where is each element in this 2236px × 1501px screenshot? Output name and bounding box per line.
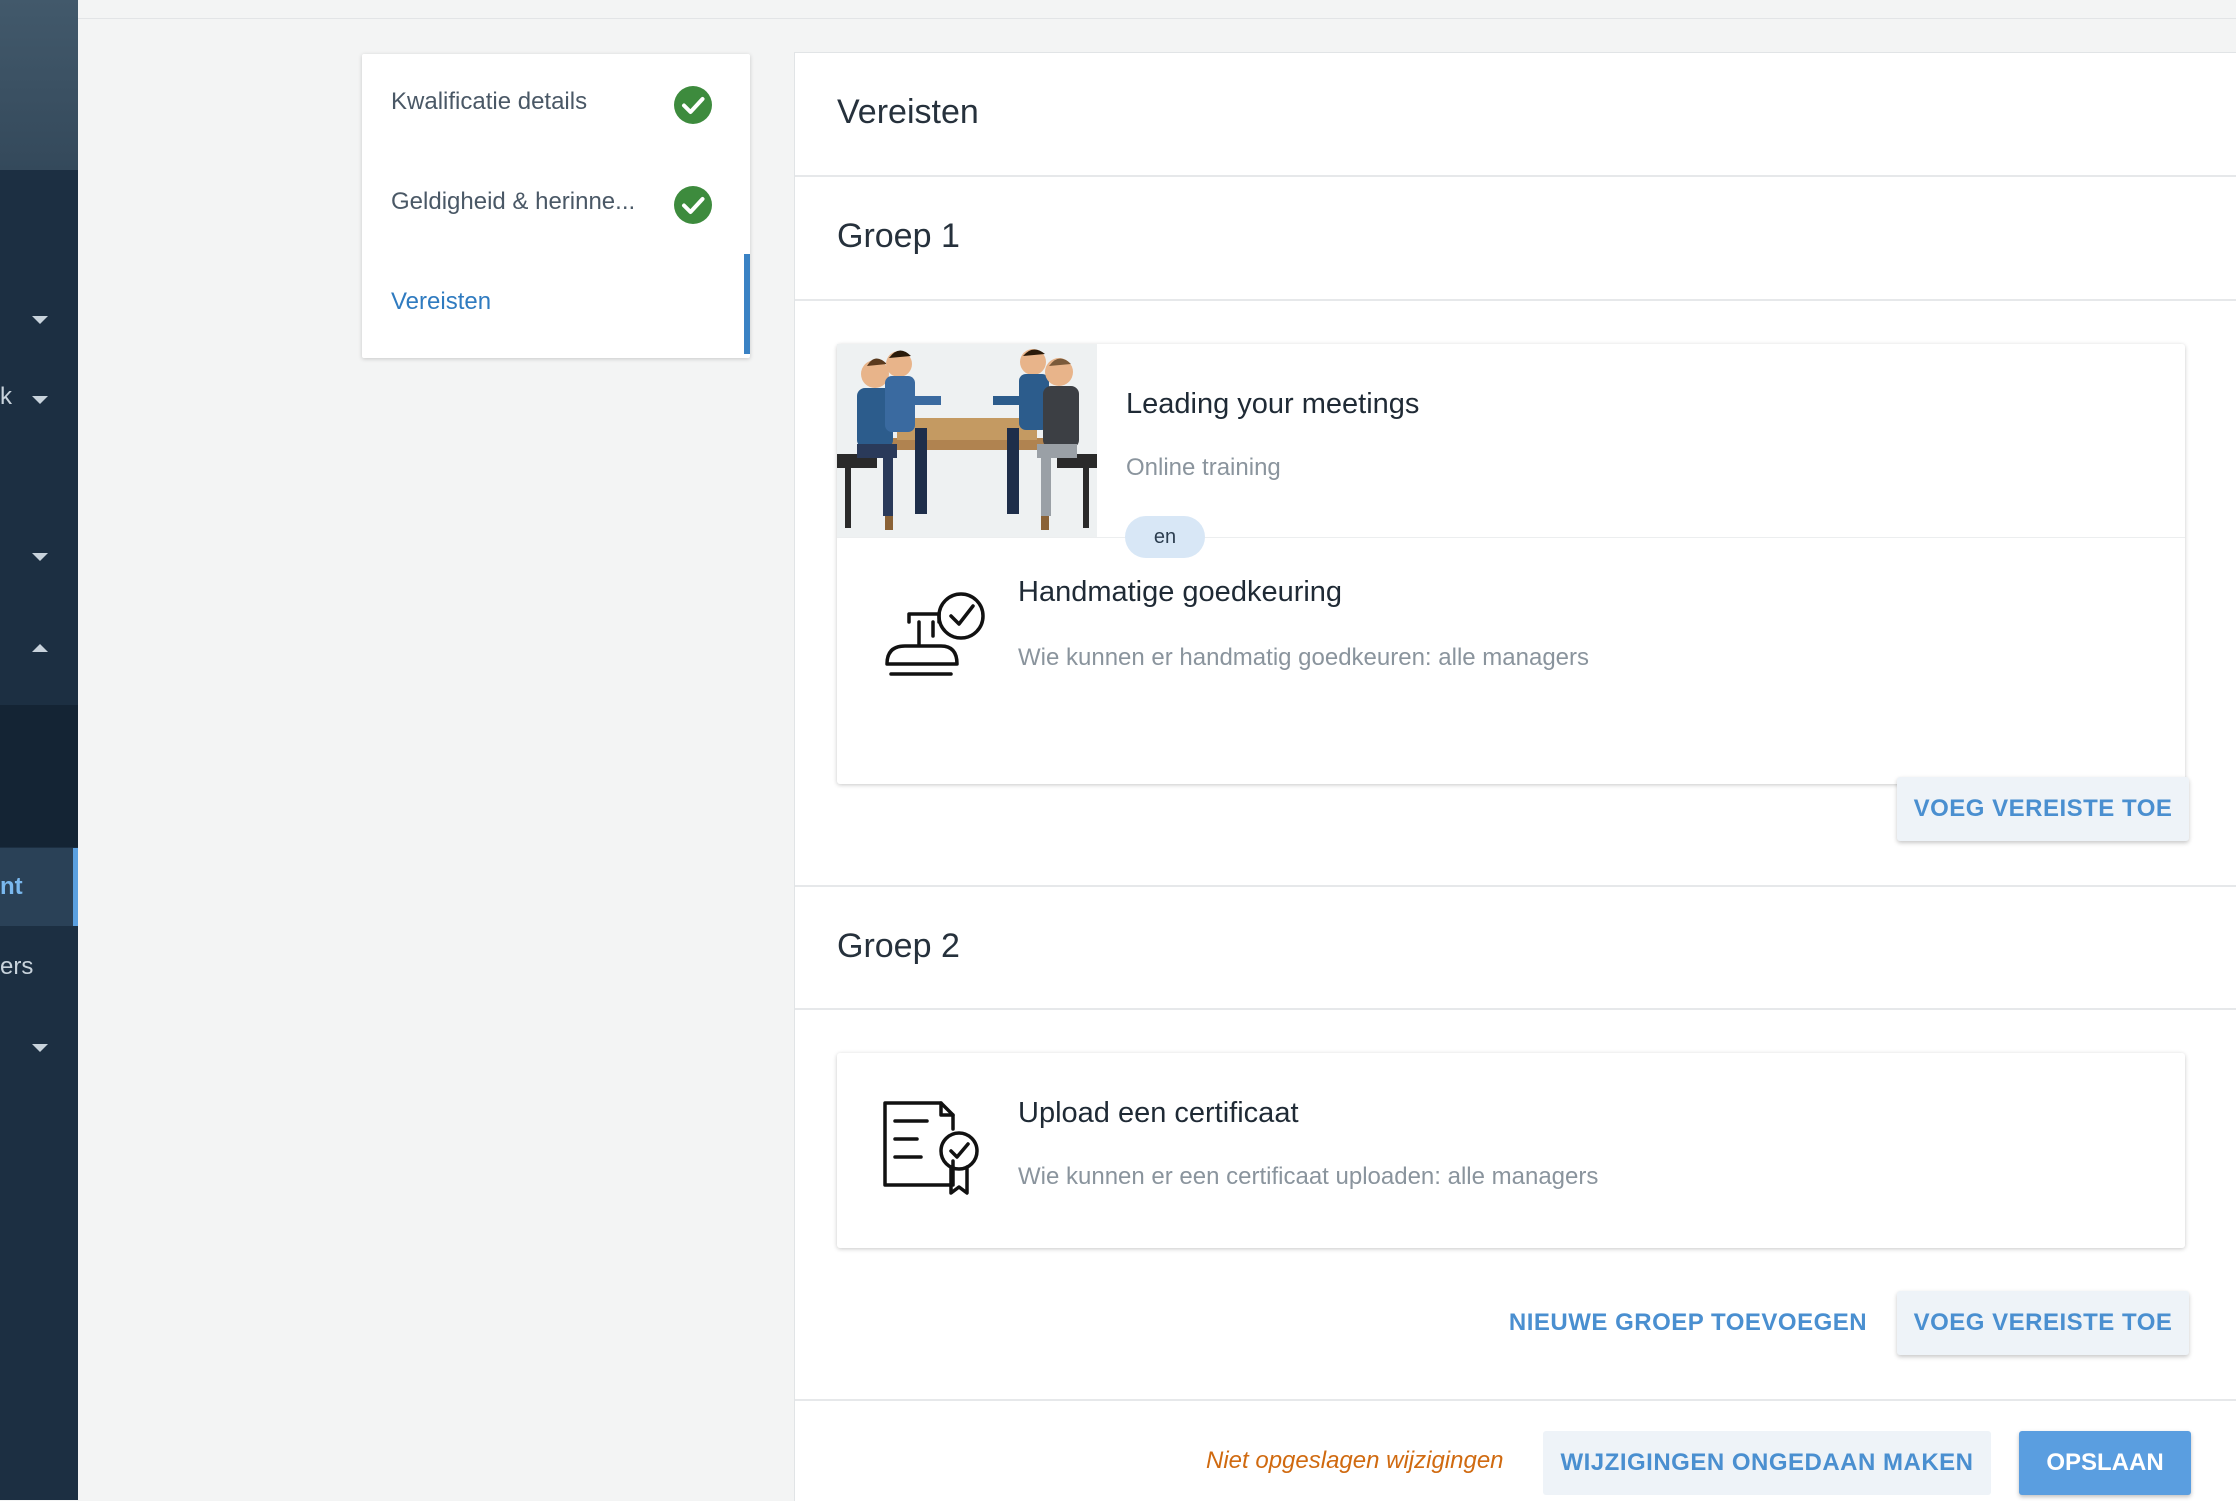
nav-item-active-label[interactable]: nt [0,872,23,902]
nav-item-4-chevron-up-icon[interactable] [32,644,48,652]
divider [795,1008,2236,1010]
requirement-title: Upload een certificaat [1018,1097,1299,1129]
nav-active-indicator [73,848,78,926]
save-button[interactable]: OPSLAAN [2019,1431,2191,1495]
unsaved-changes-text: Niet opgeslagen wijzigingen [1206,1447,1504,1474]
requirement-title: Handmatige goedkeuring [1018,576,1343,608]
nav-item-2-label[interactable]: k [0,382,12,412]
undo-changes-button[interactable]: WIJZIGINGEN ONGEDAAN MAKEN [1543,1431,1991,1495]
app-logo-area [0,0,78,170]
nav-submenu [0,705,78,847]
divider [795,299,2236,301]
nav-item-6-label[interactable]: ers [0,952,33,982]
group-2-title: Groep 2 [837,927,960,965]
header-divider [78,18,2236,19]
step-label: Vereisten [391,288,492,315]
left-navigation: k nt ers [0,0,78,1500]
nav-item-1-chevron-down-icon[interactable] [32,316,48,324]
requirement-title: Leading your meetings [1126,388,1420,420]
nav-item-7-chevron-down-icon[interactable] [32,1044,48,1052]
requirement-item[interactable]: Upload een certificaat Wie kunnen er een… [837,1053,2185,1248]
nav-item-3-chevron-down-icon[interactable] [32,553,48,561]
certificate-icon [881,1099,991,1203]
add-new-group-button[interactable]: NIEUWE GROEP TOEVOEGEN [1501,1291,1875,1355]
requirement-subtitle: Wie kunnen er een certificaat uploaden: … [1018,1163,1599,1190]
step-vereisten[interactable]: Vereisten [362,254,750,354]
group-2-requirements-card: Upload een certificaat Wie kunnen er een… [837,1053,2185,1248]
group-1-requirements-card: Leading your meetings Online training en [837,344,2185,784]
nav-item-2-chevron-down-icon[interactable] [32,396,48,404]
add-requirement-button-group-2[interactable]: VOEG VEREISTE TOE [1897,1291,2189,1355]
step-geldigheid[interactable]: Geldigheid & herinne... [362,154,750,254]
page-title: Vereisten [837,93,979,131]
wizard-steps: Kwalificatie details Geldigheid & herinn… [362,54,750,358]
requirements-panel: Vereisten Groep 1 Leading your meetings … [794,52,2236,1501]
divider [795,1399,2236,1401]
stamp-approval-icon [881,588,991,692]
meeting-illustration-icon [837,344,1097,537]
step-label: Geldigheid & herinne... [391,188,636,215]
requirement-subtitle: Wie kunnen er handmatig goedkeuren: alle… [1018,644,1590,671]
step-kwalificatie-details[interactable]: Kwalificatie details [362,54,750,154]
add-requirement-button-group-1[interactable]: VOEG VEREISTE TOE [1897,777,2189,841]
step-label: Kwalificatie details [391,88,588,115]
check-circle-icon [674,86,712,124]
group-1-title: Groep 1 [837,217,960,255]
requirement-subtitle: Online training [1126,454,1281,481]
check-circle-icon [674,186,712,224]
requirement-item[interactable]: Handmatige goedkeuring Wie kunnen er han… [837,538,2185,784]
requirement-item[interactable]: Leading your meetings Online training [837,344,2185,538]
divider [795,885,2236,887]
active-step-indicator [744,254,750,354]
divider [795,175,2236,177]
